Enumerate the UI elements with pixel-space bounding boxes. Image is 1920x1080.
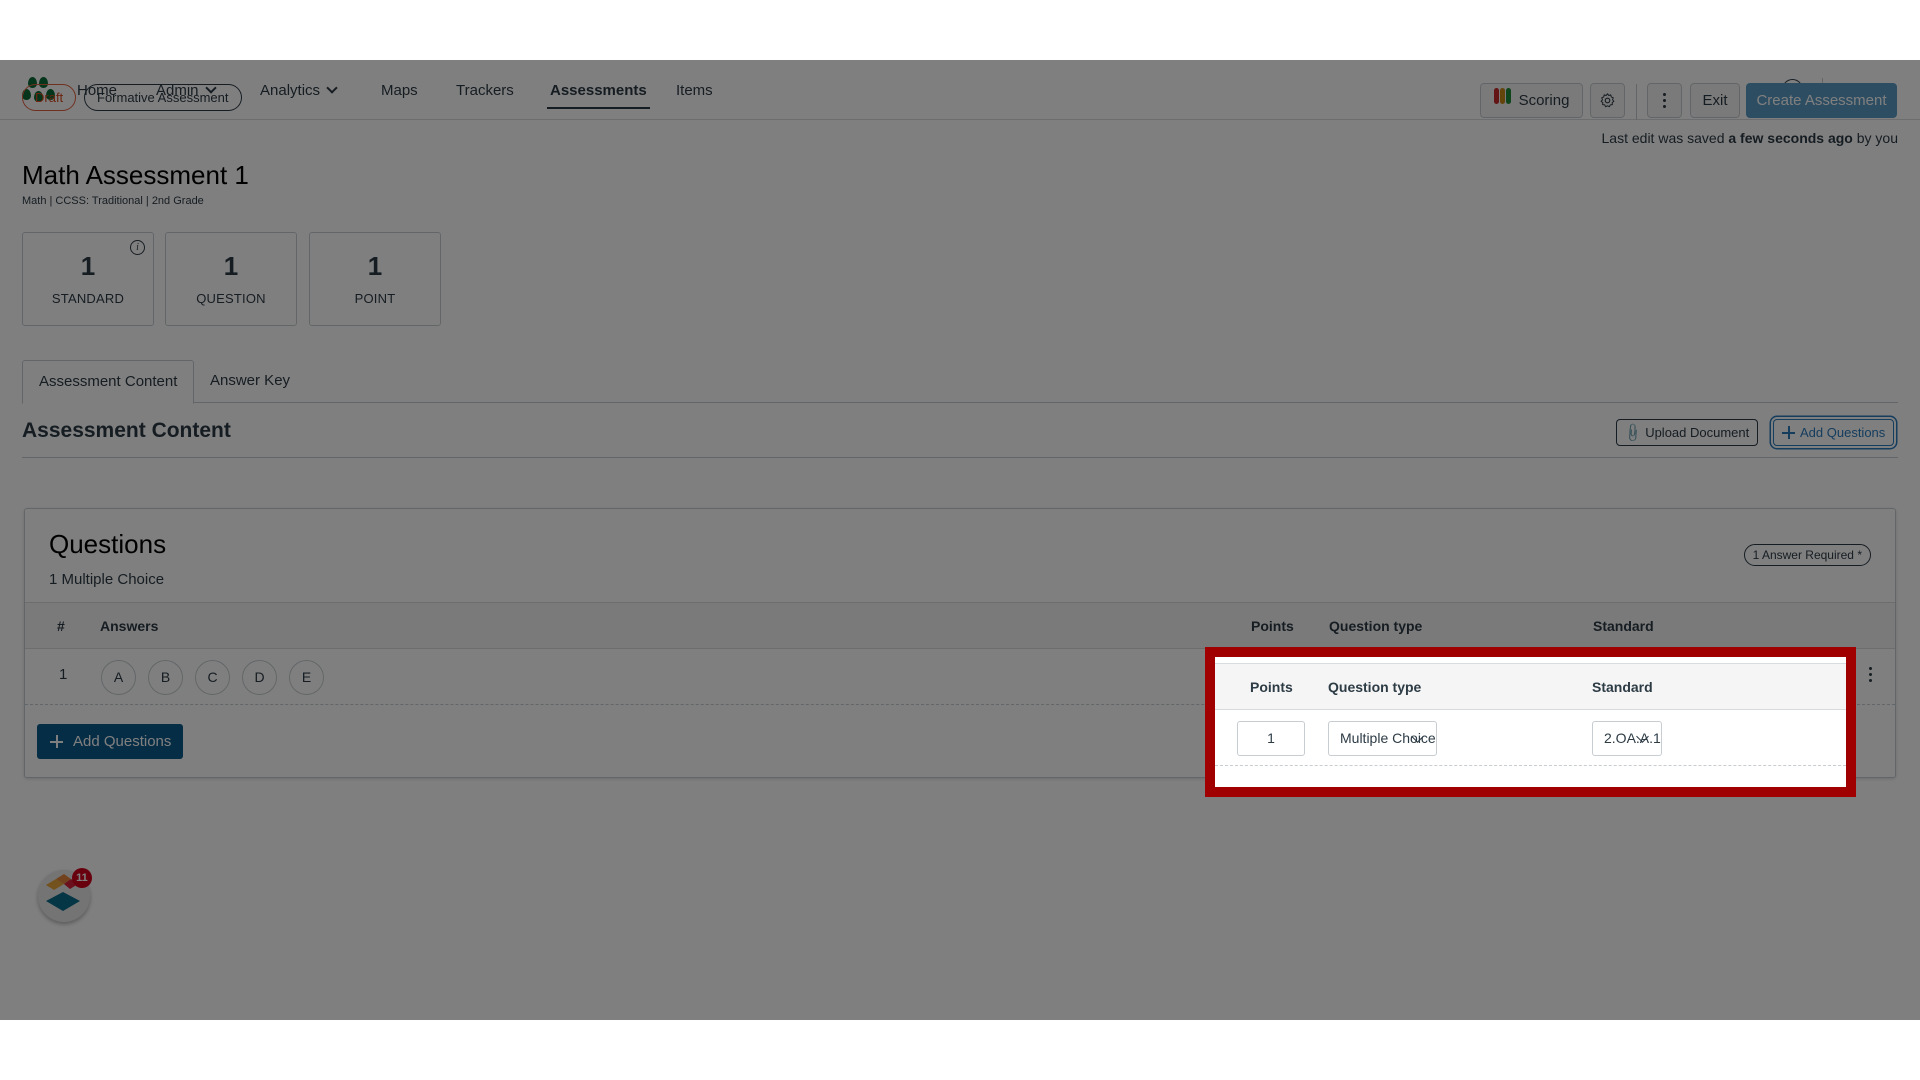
stat-value: 1 xyxy=(367,251,383,281)
assessment-type-badge: Formative Assessment xyxy=(84,84,242,111)
stat-value: 1 xyxy=(223,251,239,281)
questions-table-header: # Answers Points Question type Standard xyxy=(25,602,1895,649)
upload-document-button[interactable]: 📎Upload Document xyxy=(1616,419,1759,446)
kebab-icon xyxy=(1648,84,1681,108)
stat-label: STANDARD xyxy=(51,291,125,306)
assessment-metadata: Math | CCSS: Traditional | 2nd Grade xyxy=(22,195,204,207)
top-nav: Home Admin Analytics Maps Trackers Asses… xyxy=(0,60,1920,120)
answer-option-d[interactable]: D xyxy=(242,660,277,695)
answer-option-a[interactable]: A xyxy=(101,660,136,695)
stat-standards: i 1 STANDARD xyxy=(22,232,154,326)
answer-required-badge: 1 Answer Required * xyxy=(1743,544,1871,566)
answer-option-c[interactable]: C xyxy=(195,660,230,695)
col-points: Points xyxy=(1251,618,1294,634)
add-questions-bottom-button[interactable]: Add Questions xyxy=(37,724,184,759)
section-divider xyxy=(22,457,1898,458)
question-number: 1 xyxy=(59,666,68,683)
questions-summary: 1 Multiple Choice xyxy=(49,571,165,588)
page-title: Math Assessment 1 xyxy=(22,160,249,190)
nav-maps[interactable]: Maps xyxy=(381,79,418,103)
answer-option-b[interactable]: B xyxy=(148,660,183,695)
status-badge: Draft xyxy=(22,84,77,111)
col-question-type: Question type xyxy=(1329,618,1423,634)
nav-trackers[interactable]: Trackers xyxy=(456,79,514,103)
create-assessment-button[interactable]: Create Assessment xyxy=(1746,83,1897,118)
col-number: # xyxy=(57,618,65,634)
tab-bar: Assessment Content Answer Key xyxy=(22,360,1898,404)
add-questions-button[interactable]: Add Questions xyxy=(1773,419,1895,446)
info-icon[interactable]: i xyxy=(130,240,145,255)
stat-label: POINT xyxy=(354,291,396,306)
plus-icon xyxy=(50,735,63,748)
tab-assessment-content[interactable]: Assessment Content xyxy=(22,360,195,404)
questions-title: Questions xyxy=(49,529,167,559)
chevron-down-icon xyxy=(326,82,338,94)
scoring-bars-icon xyxy=(1493,83,1512,116)
exit-button[interactable]: Exit xyxy=(1690,83,1740,118)
row-options-icon[interactable] xyxy=(1865,667,1875,687)
col-standard: Standard xyxy=(1593,618,1654,634)
section-title: Assessment Content xyxy=(22,419,231,442)
more-options-button[interactable] xyxy=(1647,83,1682,118)
settings-button[interactable] xyxy=(1590,83,1625,118)
toolbar-divider xyxy=(1636,84,1637,120)
answer-option-e[interactable]: E xyxy=(289,660,324,695)
stat-label: QUESTION xyxy=(196,291,266,306)
paperclip-icon: 📎 xyxy=(1622,421,1645,444)
notification-count-badge: 11 xyxy=(72,868,92,888)
tab-answer-key[interactable]: Answer Key xyxy=(194,360,306,403)
last-edit-status: Last edit was saved a few seconds ago by… xyxy=(1601,130,1898,146)
nav-analytics[interactable]: Analytics xyxy=(260,79,338,103)
col-answers: Answers xyxy=(100,618,159,634)
stat-points: 1 POINT xyxy=(309,232,441,326)
stat-value: 1 xyxy=(80,251,96,281)
plus-icon xyxy=(1782,426,1795,439)
nav-items[interactable]: Items xyxy=(676,79,713,103)
gear-icon xyxy=(1600,92,1615,107)
scoring-button[interactable]: Scoring xyxy=(1480,83,1583,118)
stat-questions: 1 QUESTION xyxy=(165,232,297,326)
nav-assessments[interactable]: Assessments xyxy=(547,79,650,109)
app: Home Admin Analytics Maps Trackers Asses… xyxy=(0,60,1920,1020)
highlight-frame xyxy=(1205,647,1856,797)
